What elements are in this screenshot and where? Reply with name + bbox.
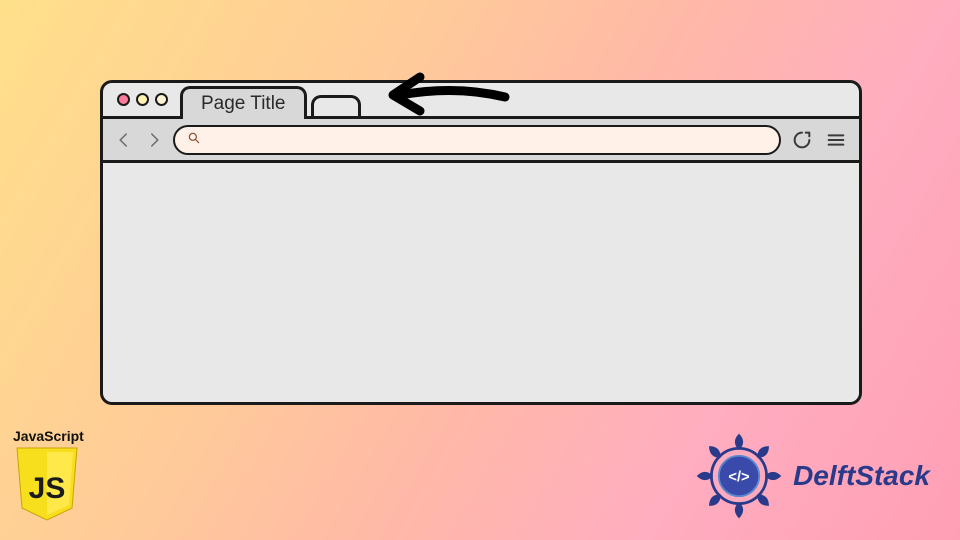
delftstack-logo: </> DelftStack <box>693 430 930 522</box>
hamburger-icon <box>825 129 847 151</box>
url-bar[interactable] <box>173 125 781 155</box>
window-minimize-dot[interactable] <box>136 93 149 106</box>
delftstack-medallion-icon: </> <box>693 430 785 522</box>
delftstack-text: DelftStack <box>793 460 930 492</box>
browser-toolbar <box>103 119 859 163</box>
browser-window: Page Title <box>100 80 862 405</box>
chevron-right-icon <box>145 131 163 149</box>
tab-title-label: Page Title <box>201 93 286 115</box>
menu-button[interactable] <box>823 127 849 153</box>
refresh-icon <box>791 129 813 151</box>
refresh-button[interactable] <box>789 127 815 153</box>
browser-tab-active[interactable]: Page Title <box>180 86 307 119</box>
window-close-dot[interactable] <box>117 93 130 106</box>
javascript-badge: JavaScript JS <box>13 428 103 527</box>
svg-text:JS: JS <box>29 472 66 505</box>
tab-bar: Page Title <box>103 83 859 119</box>
back-button[interactable] <box>113 129 135 151</box>
svg-text:</>: </> <box>728 470 749 486</box>
forward-button[interactable] <box>143 129 165 151</box>
window-maximize-dot[interactable] <box>155 93 168 106</box>
search-icon <box>187 131 201 148</box>
javascript-label: JavaScript <box>13 428 103 444</box>
javascript-shield-icon: JS <box>13 446 81 522</box>
browser-content-area <box>103 163 859 402</box>
browser-tab-background[interactable] <box>311 95 361 119</box>
chevron-left-icon <box>115 131 133 149</box>
traffic-lights <box>111 83 174 116</box>
